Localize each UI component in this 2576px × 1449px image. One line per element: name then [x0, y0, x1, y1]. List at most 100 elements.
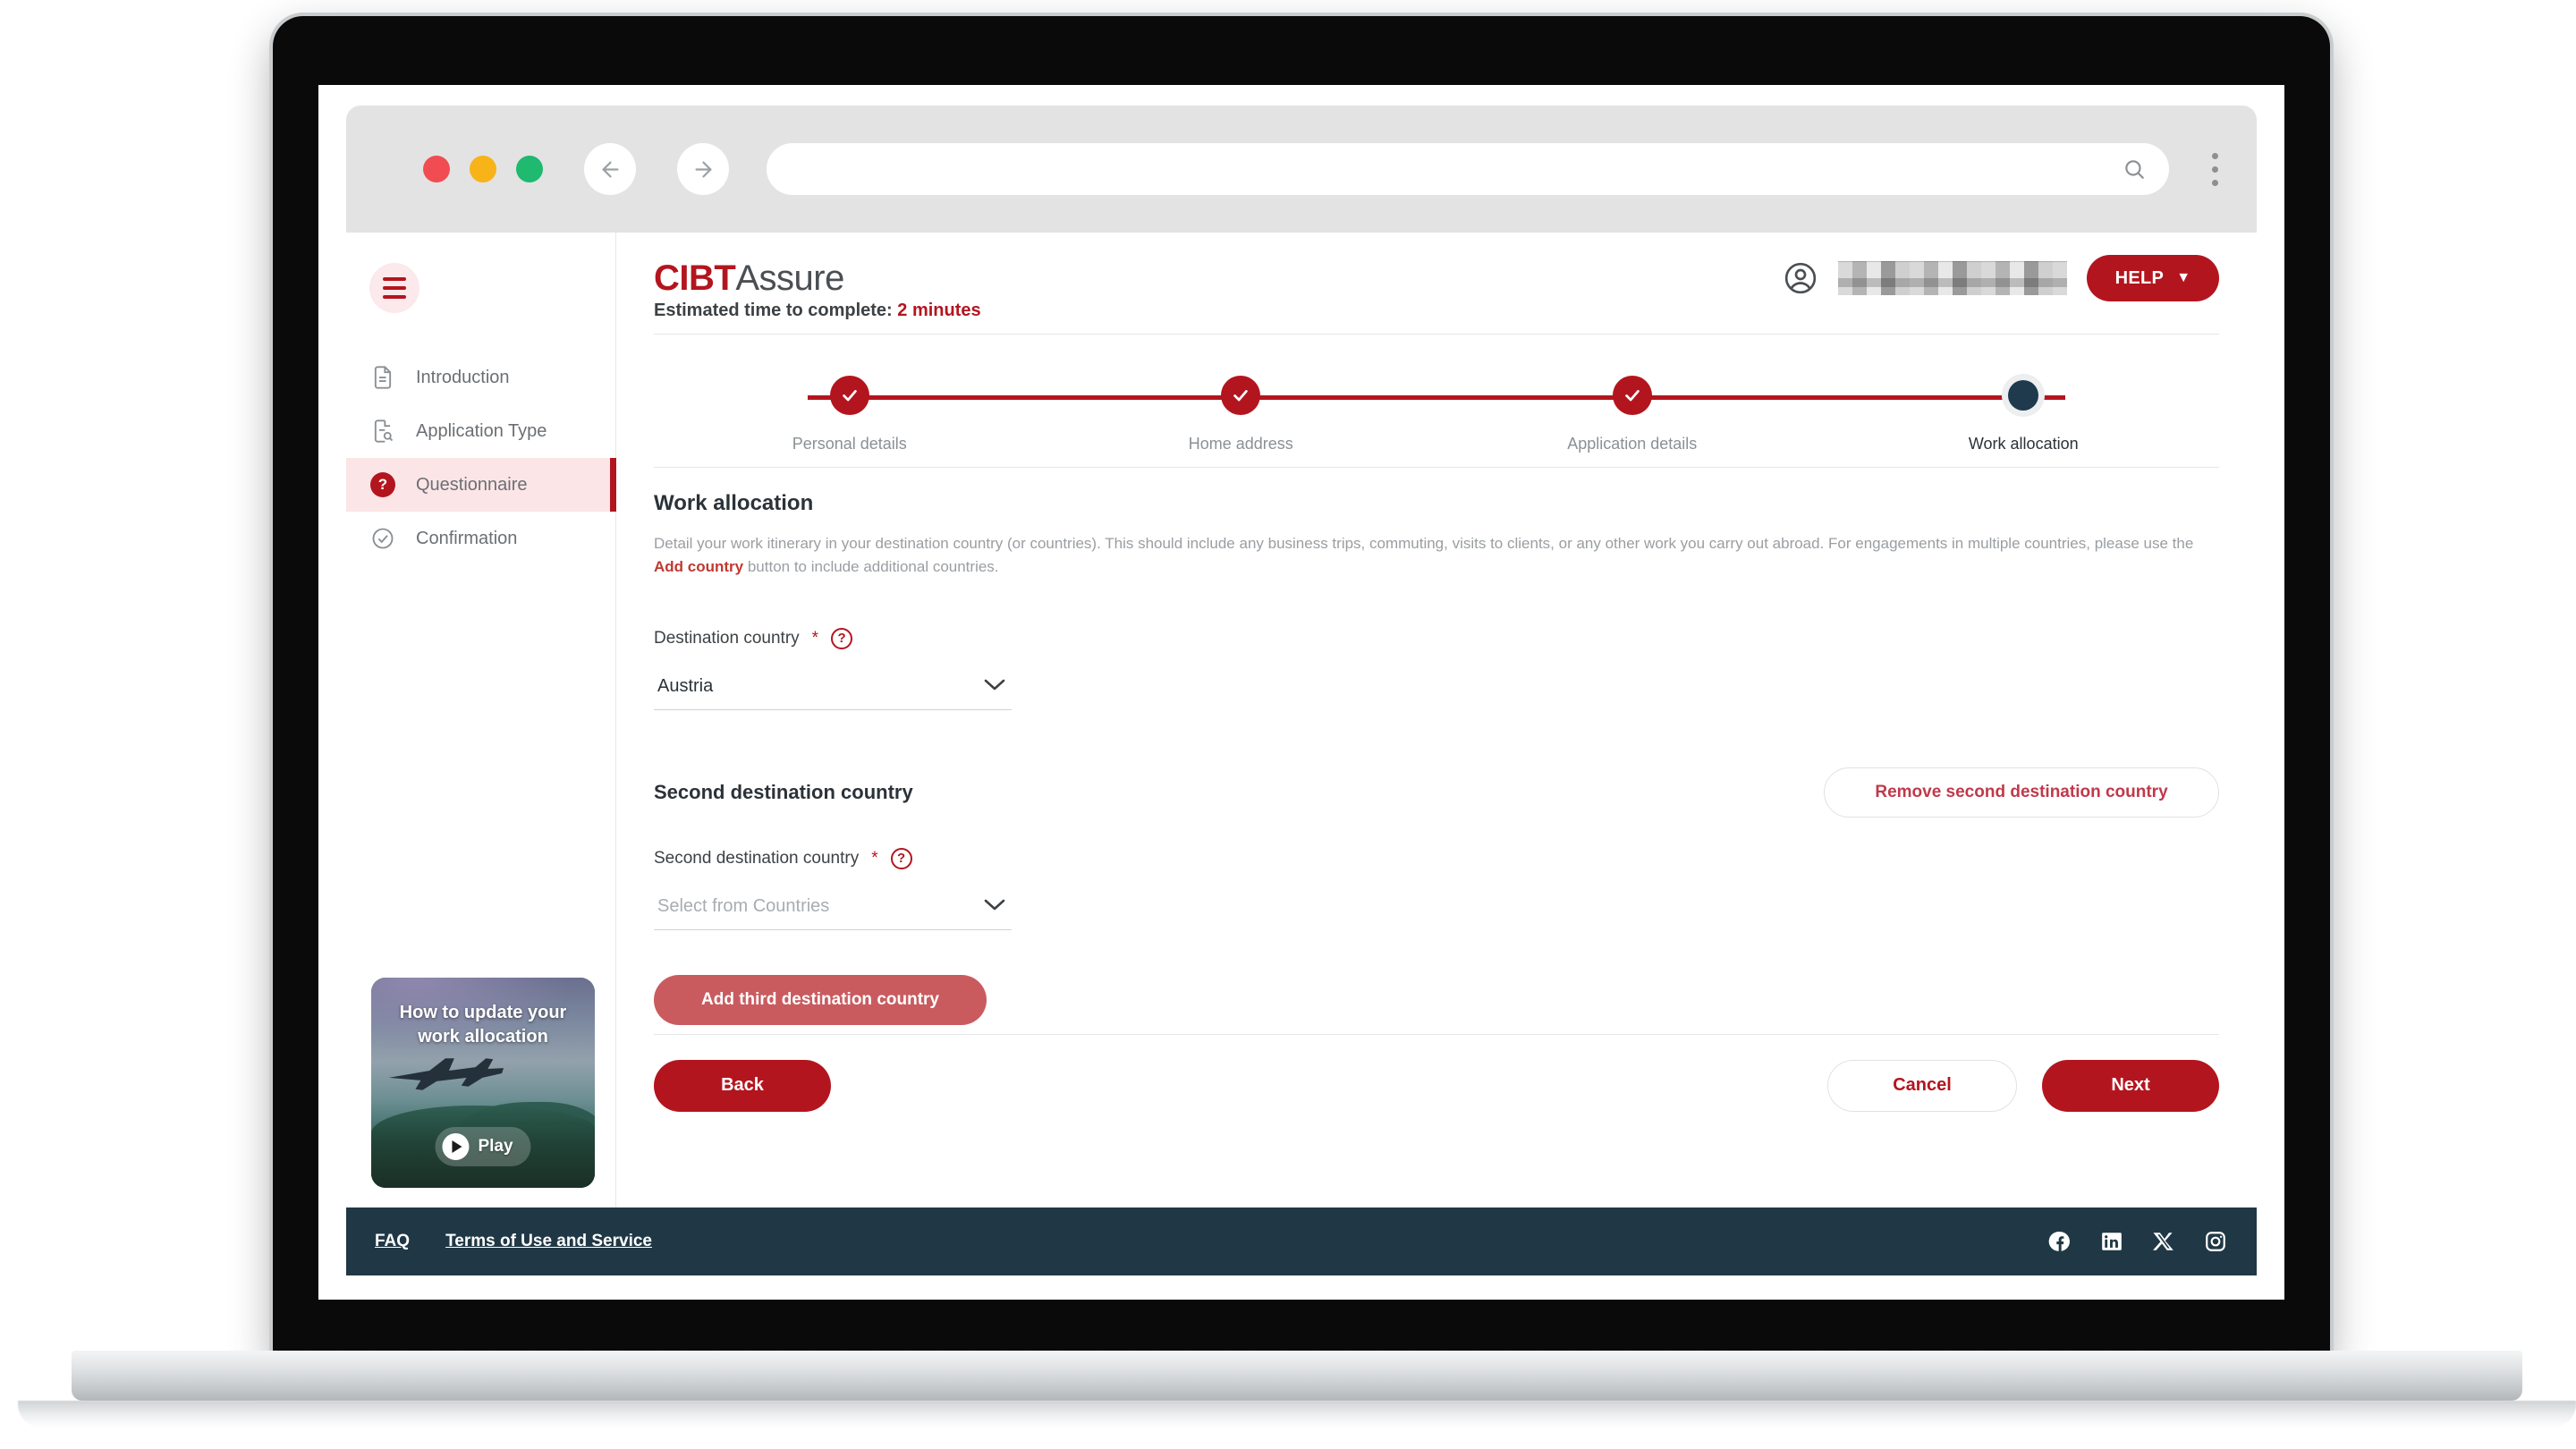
check-circle-icon — [369, 525, 396, 552]
facebook-icon[interactable] — [2047, 1229, 2072, 1254]
minimize-window-button[interactable] — [470, 156, 496, 182]
progress-stepper: Personal details Home address Applicatio… — [616, 335, 2257, 453]
required-marker: * — [871, 848, 878, 868]
sidebar-nav: Introduction Application Type ? Question… — [346, 351, 616, 565]
help-button-label: HELP — [2114, 267, 2165, 288]
footer-links: FAQ Terms of Use and Service — [375, 1232, 652, 1251]
sidebar-item-introduction[interactable]: Introduction — [346, 351, 615, 404]
maximize-window-button[interactable] — [516, 156, 543, 182]
browser-chrome — [346, 106, 2257, 233]
second-destination-header-row: Second destination country Remove second… — [654, 767, 2219, 818]
second-destination-country-select[interactable]: Select from Countries — [654, 884, 1012, 930]
brand-primary: CIBT — [654, 258, 736, 298]
description-text-part1: Detail your work itinerary in your desti… — [654, 535, 2194, 552]
check-icon — [1221, 376, 1261, 415]
user-name-redacted — [1838, 261, 2067, 295]
play-icon — [442, 1133, 470, 1160]
required-marker: * — [811, 628, 819, 648]
sidebar-item-label: Introduction — [416, 367, 510, 387]
second-destination-label-row: Second destination country * ? — [654, 847, 1012, 869]
browser-address-bar[interactable] — [767, 143, 2169, 195]
header-right-group: HELP ▼ — [1783, 255, 2219, 301]
cancel-button[interactable]: Cancel — [1827, 1059, 2017, 1112]
second-destination-country-placeholder: Select from Countries — [657, 895, 830, 916]
page-footer: FAQ Terms of Use and Service — [346, 1208, 2257, 1275]
document-search-icon — [369, 418, 396, 445]
sidebar-item-label: Questionnaire — [416, 474, 528, 495]
sidebar-item-application-type[interactable]: Application Type — [346, 404, 615, 458]
kebab-dot — [2211, 165, 2218, 173]
sidebar-item-label: Application Type — [416, 420, 547, 441]
estimated-time-value: 2 minutes — [897, 301, 981, 320]
application-page: Introduction Application Type ? Question… — [346, 233, 2257, 1275]
step-work-allocation[interactable]: Work allocation — [1828, 376, 2220, 453]
search-icon[interactable] — [2123, 157, 2146, 181]
form-actions: Back Cancel Next — [654, 1059, 2219, 1139]
video-play-button[interactable]: Play — [435, 1127, 531, 1166]
estimated-time-prefix: Estimated time to complete: — [654, 301, 893, 320]
close-window-button[interactable] — [423, 156, 450, 182]
step-personal-details[interactable]: Personal details — [654, 376, 1046, 453]
second-destination-heading: Second destination country — [654, 780, 913, 803]
play-label: Play — [478, 1137, 513, 1156]
step-home-address[interactable]: Home address — [1046, 376, 1437, 453]
instagram-icon[interactable] — [2203, 1229, 2228, 1254]
footer-link-terms[interactable]: Terms of Use and Service — [445, 1232, 652, 1251]
back-button[interactable]: Back — [654, 1059, 831, 1112]
kebab-dot — [2211, 179, 2218, 186]
destination-country-label-row: Destination country * ? — [654, 627, 1012, 649]
question-mark-icon[interactable]: ? — [890, 847, 912, 869]
footer-link-faq[interactable]: FAQ — [375, 1232, 410, 1251]
airplane-icon — [384, 1051, 507, 1094]
browser-forward-button[interactable] — [677, 143, 729, 195]
document-icon — [369, 364, 396, 391]
form-content: Work allocation Detail your work itinera… — [616, 468, 2257, 1208]
chevron-down-icon — [981, 675, 1008, 698]
application-body: Introduction Application Type ? Question… — [346, 233, 2257, 1208]
check-icon — [829, 376, 869, 415]
sidebar-item-confirmation[interactable]: Confirmation — [346, 512, 615, 565]
sidebar: Introduction Application Type ? Question… — [346, 233, 616, 1208]
actions-divider — [654, 1033, 2219, 1035]
add-country-link[interactable]: Add country — [654, 558, 743, 575]
x-twitter-icon[interactable] — [2151, 1229, 2176, 1254]
hamburger-icon-bar — [383, 295, 406, 299]
sidebar-item-questionnaire[interactable]: ? Questionnaire — [346, 458, 616, 512]
page-title: Work allocation — [654, 491, 814, 515]
next-button[interactable]: Next — [2042, 1059, 2219, 1112]
chevron-down-icon: ▼ — [2176, 270, 2191, 285]
tutorial-video-card[interactable]: How to update your work allocation Play — [371, 978, 595, 1188]
remove-second-destination-button[interactable]: Remove second destination country — [1824, 767, 2219, 818]
help-button[interactable]: HELP ▼ — [2087, 255, 2219, 301]
video-title: How to update your work allocation — [399, 1003, 567, 1046]
step-application-details[interactable]: Application details — [1436, 376, 1828, 453]
question-mark-glyph: ? — [370, 472, 395, 497]
stepper-steps: Personal details Home address Applicatio… — [654, 376, 2219, 453]
brand-logo: CIBTAssure — [654, 258, 844, 299]
step-label: Work allocation — [1968, 435, 2079, 453]
browser-back-button[interactable] — [584, 143, 636, 195]
arrow-left-icon — [602, 161, 618, 177]
chevron-down-icon — [981, 895, 1008, 918]
laptop-base — [72, 1351, 2522, 1401]
question-mark-icon[interactable]: ? — [831, 627, 853, 649]
add-third-destination-button[interactable]: Add third destination country — [654, 974, 987, 1025]
second-destination-country-field: Second destination country * ? Select fro… — [654, 847, 1012, 930]
arrow-right-icon — [695, 161, 711, 177]
sidebar-item-label: Confirmation — [416, 528, 518, 548]
question-badge-icon: ? — [369, 471, 396, 498]
screenshot-stage: Introduction Application Type ? Question… — [0, 0, 2576, 1449]
brand-secondary: Assure — [735, 258, 844, 298]
linkedin-icon[interactable] — [2099, 1229, 2124, 1254]
dot-icon — [2008, 380, 2039, 411]
sidebar-toggle-button[interactable] — [369, 263, 419, 313]
destination-country-select[interactable]: Austria — [654, 664, 1012, 710]
kebab-dot — [2211, 152, 2218, 159]
browser-menu-button[interactable] — [2199, 152, 2230, 186]
destination-country-label: Destination country — [654, 628, 800, 648]
step-label: Application details — [1567, 435, 1698, 453]
account-circle-icon[interactable] — [1783, 260, 1818, 296]
laptop-screen: Introduction Application Type ? Question… — [318, 85, 2284, 1300]
destination-country-field: Destination country * ? Austria — [654, 627, 1012, 710]
laptop-base-front — [18, 1401, 2576, 1428]
